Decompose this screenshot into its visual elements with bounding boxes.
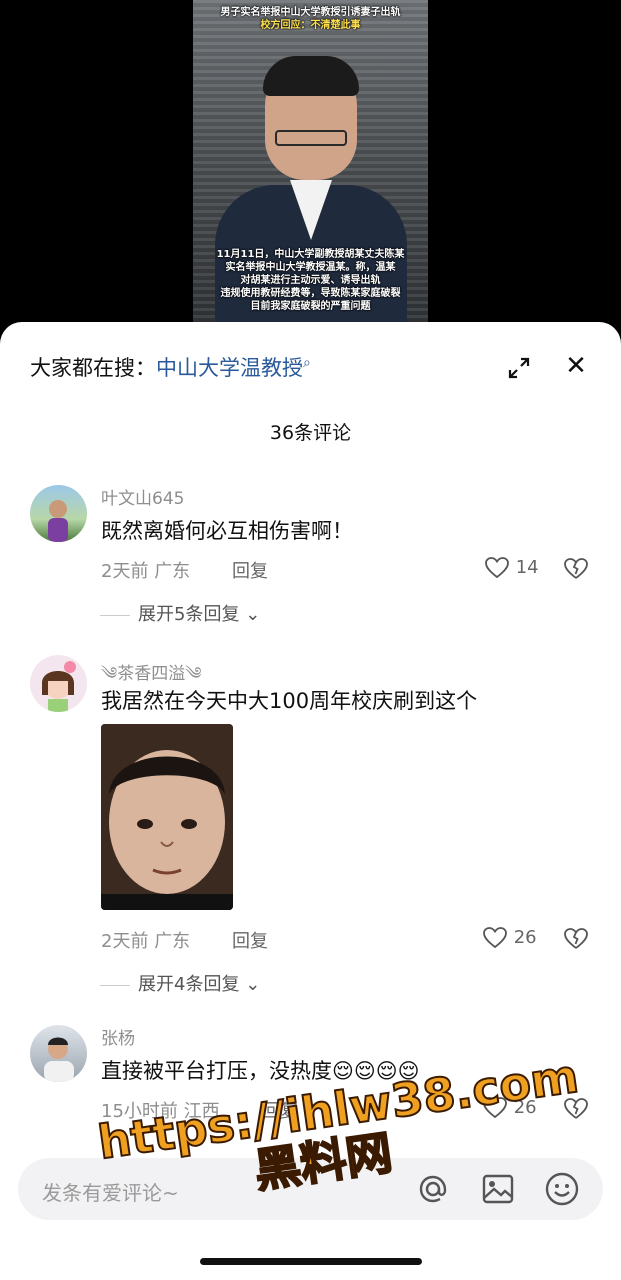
- video-caption-top: 男子实名举报中山大学教授引诱妻子出轨 校方回应：不清楚此事: [220, 7, 401, 31]
- reply-button[interactable]: 回复: [232, 927, 268, 953]
- avatar[interactable]: [30, 655, 87, 712]
- comment-location: 广东: [154, 561, 191, 582]
- comment-meta: 2天前 广东: [101, 927, 190, 953]
- expand-replies-button[interactable]: 展开4条回复 ⌄: [100, 970, 260, 996]
- video-caption-bottom: 11月11日，中山大学副教授胡某丈夫陈某 实名举报中山大学教授温某。称，温某 对…: [216, 249, 405, 312]
- comment-time: 2天前: [101, 561, 149, 582]
- broken-heart-icon[interactable]: [563, 927, 589, 951]
- trending-search-query[interactable]: 中山大学温教授: [156, 356, 303, 380]
- video-frame: 男子实名举报中山大学教授引诱妻子出轨 校方回应：不清楚此事 11月11日，中山大…: [193, 0, 428, 340]
- like-button[interactable]: 14: [484, 556, 539, 580]
- comment-text: 既然离婚何必互相伤害啊！: [101, 519, 353, 543]
- close-icon[interactable]: ✕: [562, 352, 590, 380]
- avatar[interactable]: [30, 1025, 87, 1082]
- image-icon[interactable]: [479, 1170, 517, 1208]
- broken-heart-icon[interactable]: [563, 557, 589, 581]
- avatar[interactable]: [30, 485, 87, 542]
- reply-button[interactable]: 回复: [232, 557, 268, 583]
- expand-icon[interactable]: [507, 356, 531, 380]
- like-count: 14: [515, 557, 539, 578]
- comment-count: 36条评论: [269, 422, 352, 444]
- comment-image[interactable]: [101, 724, 233, 910]
- comment-meta: 2天前 广东: [101, 557, 190, 583]
- comment-location: 广东: [154, 931, 191, 952]
- heart-icon: [483, 927, 507, 949]
- trending-search[interactable]: 大家都在搜：中山大学温教授⌕: [30, 352, 311, 382]
- comment-username[interactable]: 叶文山645: [101, 484, 184, 509]
- chevron-down-icon: ⌄: [245, 974, 261, 995]
- heart-icon: [485, 557, 509, 579]
- comment-text: 我居然在今天中大100周年校庆刷到这个: [101, 689, 478, 713]
- comment-username[interactable]: 张杨: [101, 1024, 135, 1049]
- emoji-icon[interactable]: [543, 1170, 581, 1208]
- mention-icon[interactable]: [414, 1170, 452, 1208]
- divider: [100, 984, 130, 986]
- chevron-down-icon: ⌄: [245, 604, 261, 625]
- comment-time: 2天前: [101, 931, 149, 952]
- divider: [100, 614, 130, 616]
- trending-search-prefix: 大家都在搜：: [30, 356, 156, 380]
- home-indicator[interactable]: [200, 1258, 422, 1265]
- expand-replies-button[interactable]: 展开5条回复 ⌄: [100, 600, 260, 626]
- video-player[interactable]: 男子实名举报中山大学教授引诱妻子出轨 校方回应：不清楚此事 11月11日，中山大…: [0, 0, 621, 360]
- like-count: 26: [513, 927, 537, 948]
- like-button[interactable]: 26: [482, 926, 537, 950]
- search-icon: ⌕: [303, 355, 311, 371]
